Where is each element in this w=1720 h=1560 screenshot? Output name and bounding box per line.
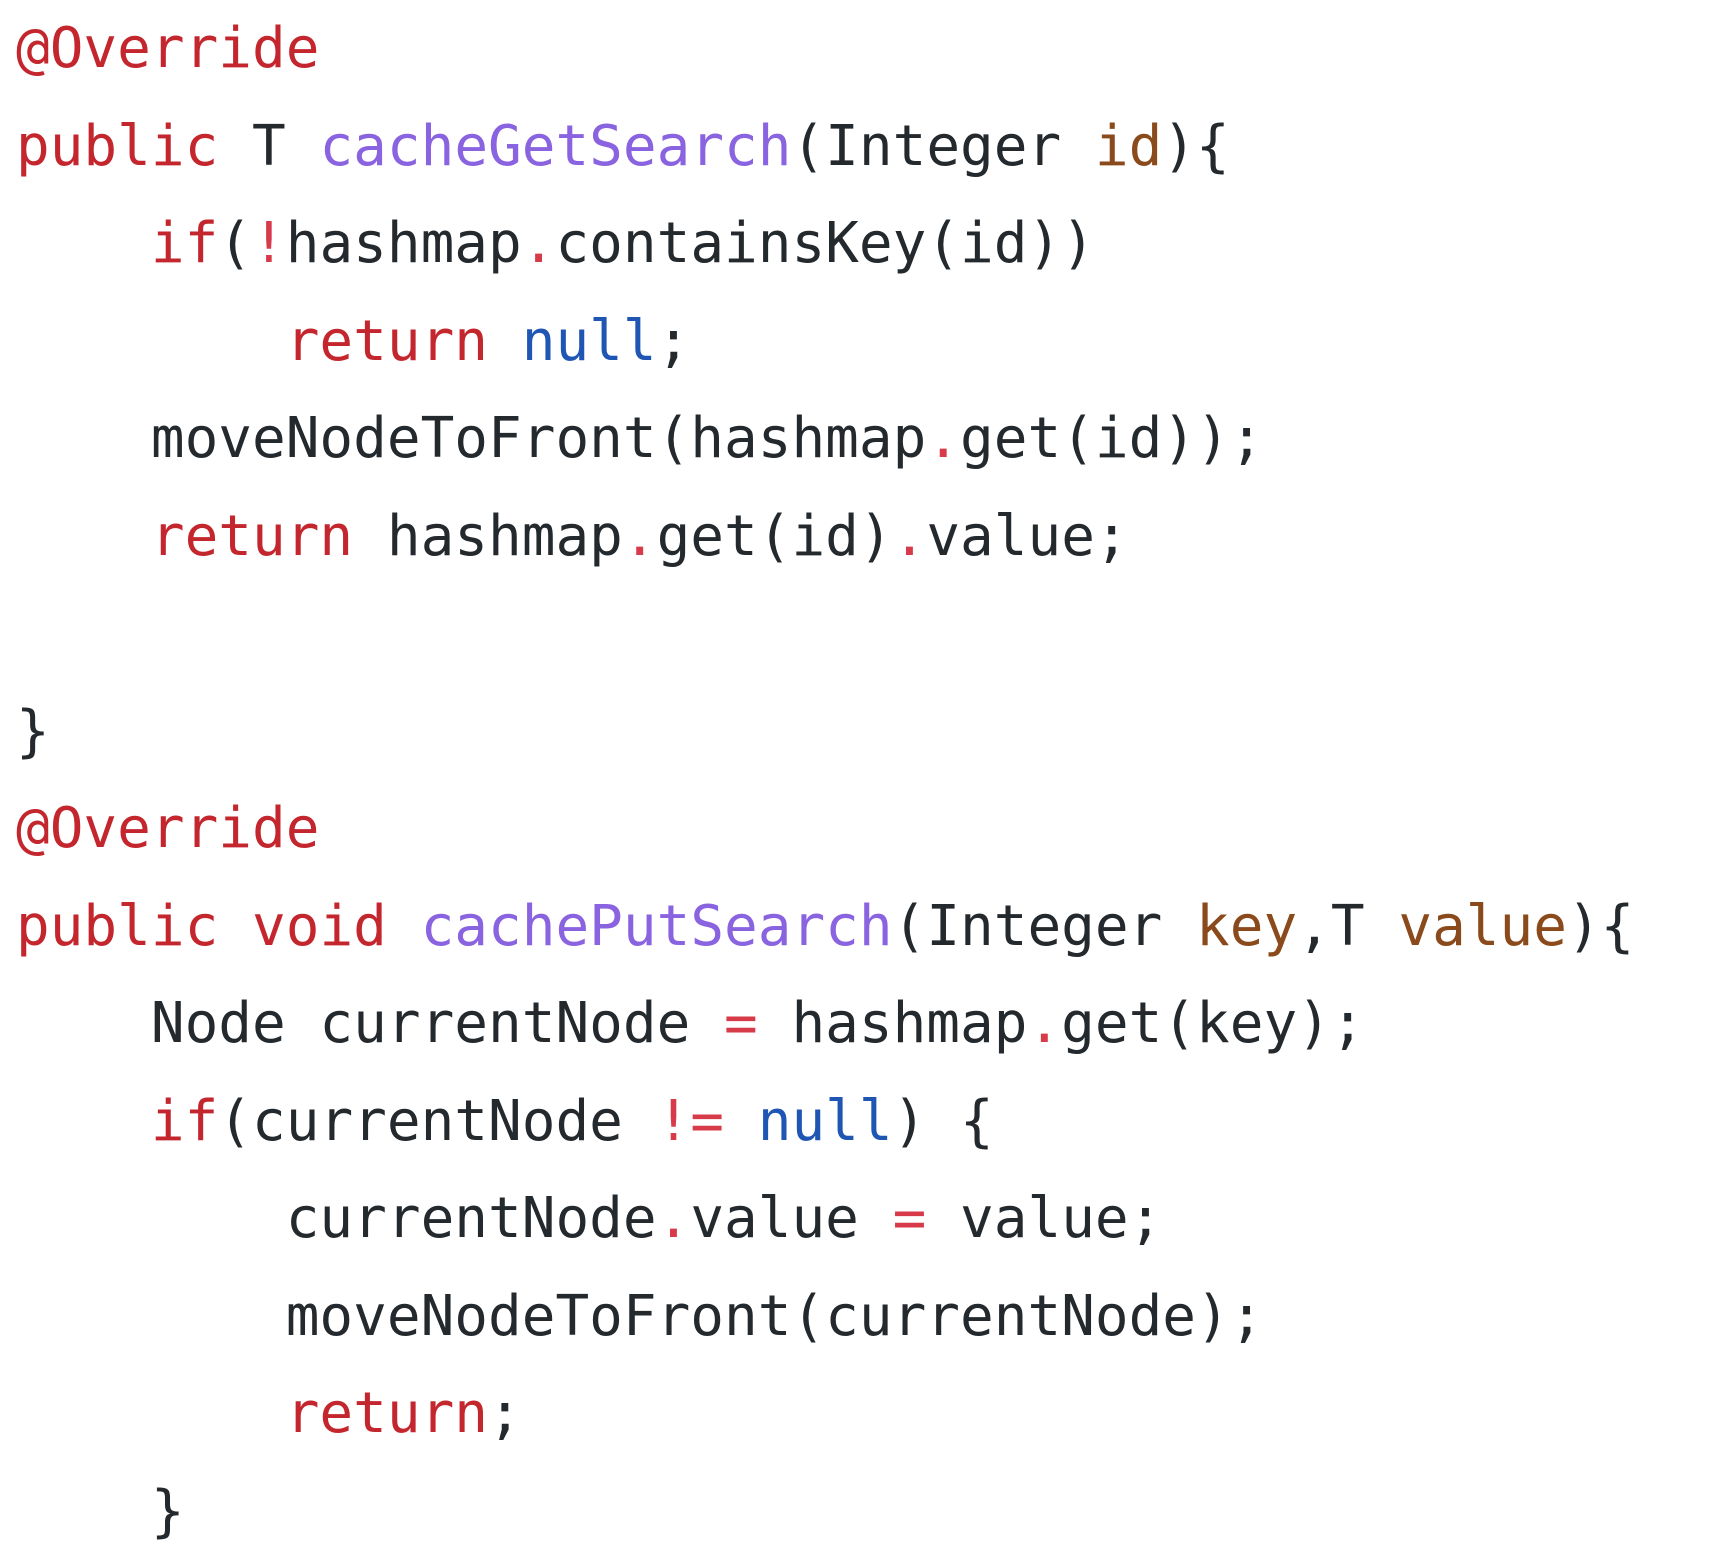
code-token-operator: =	[893, 1186, 927, 1251]
code-line: public T cacheGetSearch(Integer id){	[16, 98, 1634, 196]
code-token-plain	[16, 211, 151, 276]
code-token-plain: ){	[1567, 894, 1634, 959]
code-token-plain: moveNodeToFront(currentNode);	[16, 1284, 1263, 1349]
code-token-operator: .	[893, 504, 927, 569]
code-token-plain	[16, 309, 286, 374]
code-token-function: cacheGetSearch	[319, 114, 791, 179]
code-token-plain: (Integer	[791, 114, 1094, 179]
code-token-plain: value	[690, 1186, 892, 1251]
code-token-literal: null	[522, 309, 657, 374]
code-line: if(!hashmap.containsKey(id))	[16, 195, 1634, 293]
code-token-keyword: if	[151, 1089, 218, 1154]
code-token-plain: (	[218, 211, 252, 276]
code-token-operator: .	[1027, 991, 1061, 1056]
code-token-plain: ,T	[1297, 894, 1398, 959]
code-token-plain: T	[218, 114, 319, 179]
code-line: moveNodeToFront(hashmap.get(id));	[16, 390, 1634, 488]
code-token-plain	[16, 1381, 286, 1446]
code-token-operator: !=	[657, 1089, 724, 1154]
code-token-plain	[488, 309, 522, 374]
code-token-plain: get(id));	[960, 406, 1263, 471]
code-token-keyword: if	[151, 211, 218, 276]
code-token-plain	[16, 1089, 151, 1154]
code-token-plain: ;	[488, 1381, 522, 1446]
code-token-plain: currentNode	[16, 1186, 657, 1251]
code-token-keyword: public	[16, 114, 218, 179]
code-token-plain	[724, 1089, 758, 1154]
code-token-literal: null	[758, 1089, 893, 1154]
code-token-keyword: return	[286, 1381, 488, 1446]
code-token-operator: .	[926, 406, 960, 471]
code-line: currentNode.value = value;	[16, 1170, 1634, 1268]
code-token-operator: =	[724, 991, 758, 1056]
code-line: return;	[16, 1365, 1634, 1463]
code-token-plain: moveNodeToFront(hashmap	[16, 406, 926, 471]
code-token-plain	[387, 894, 421, 959]
code-token-keyword: return	[151, 504, 353, 569]
code-token-keyword: public	[16, 894, 218, 959]
code-token-operator: .	[623, 504, 657, 569]
code-token-plain	[218, 894, 252, 959]
code-token-plain: }	[16, 699, 50, 764]
code-token-annotation: @Override	[16, 16, 319, 81]
code-token-plain: hashmap	[758, 991, 1028, 1056]
code-token-param: key	[1196, 894, 1297, 959]
code-token-operator: .	[522, 211, 556, 276]
code-token-plain: containsKey(id))	[555, 211, 1094, 276]
code-token-keyword: return	[286, 309, 488, 374]
code-line: moveNodeToFront(currentNode);	[16, 1268, 1634, 1366]
code-token-operator: !	[252, 211, 286, 276]
code-token-plain: }	[16, 1479, 185, 1544]
code-token-plain: Node currentNode	[16, 991, 724, 1056]
code-token-plain: ;	[657, 309, 691, 374]
code-token-annotation: @Override	[16, 796, 319, 861]
code-line: if(currentNode != null) {	[16, 1073, 1634, 1171]
code-token-operator: .	[657, 1186, 691, 1251]
code-line: @Override	[16, 0, 1634, 98]
code-line: }	[16, 1463, 1634, 1560]
code-token-plain: (Integer	[893, 894, 1196, 959]
code-token-plain	[16, 504, 151, 569]
code-token-plain: value;	[926, 1186, 1162, 1251]
code-token-function: cachePutSearch	[421, 894, 893, 959]
code-token-plain: value;	[926, 504, 1128, 569]
code-line	[16, 585, 1634, 683]
code-line: }	[16, 683, 1634, 781]
code-line: public void cachePutSearch(Integer key,T…	[16, 878, 1634, 976]
code-line: @Override	[16, 780, 1634, 878]
code-line: Node currentNode = hashmap.get(key);	[16, 975, 1634, 1073]
code-line: return null;	[16, 293, 1634, 391]
code-line: return hashmap.get(id).value;	[16, 488, 1634, 586]
code-token-plain: get(key);	[1061, 991, 1364, 1056]
code-token-plain: hashmap	[286, 211, 522, 276]
code-token-plain: get(id)	[657, 504, 893, 569]
code-token-plain: ) {	[893, 1089, 994, 1154]
code-block: @Overridepublic T cacheGetSearch(Integer…	[16, 0, 1634, 1560]
code-token-plain: hashmap	[353, 504, 623, 569]
code-token-param: value	[1398, 894, 1567, 959]
code-token-param: id	[1095, 114, 1162, 179]
code-token-plain: (currentNode	[218, 1089, 656, 1154]
code-token-plain: ){	[1162, 114, 1229, 179]
code-token-keyword: void	[252, 894, 387, 959]
